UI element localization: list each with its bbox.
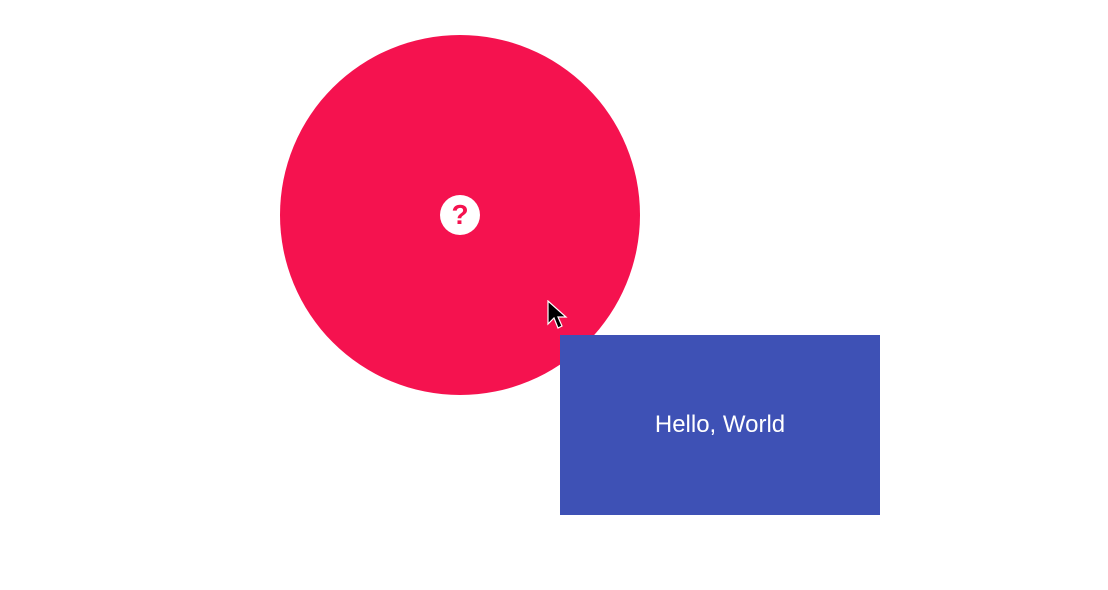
tooltip-text: Hello, World (655, 411, 785, 439)
question-mark-icon: ? (451, 201, 468, 229)
help-badge[interactable]: ? (440, 195, 480, 235)
tooltip-panel: Hello, World (560, 335, 880, 515)
